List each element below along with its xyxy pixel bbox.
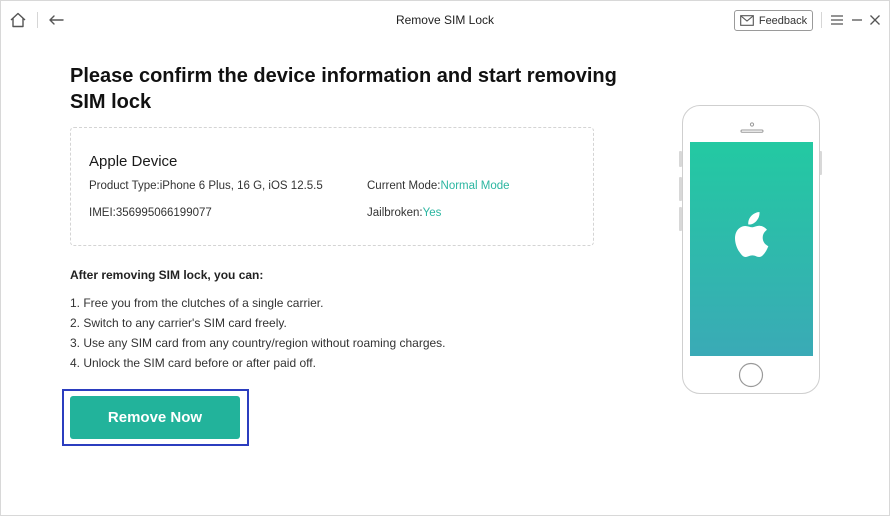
close-icon[interactable]: [865, 10, 885, 30]
remove-now-button[interactable]: Remove Now: [70, 396, 240, 439]
mail-icon: [739, 15, 754, 26]
jailbroken-label: Jailbroken:: [367, 207, 423, 219]
device-info-card: Apple Device Product Type:iPhone 6 Plus,…: [70, 127, 594, 246]
list-item: 1. Free you from the clutches of a singl…: [70, 296, 324, 310]
feedback-label: Feedback: [758, 14, 808, 27]
minimize-icon[interactable]: [847, 10, 867, 30]
list-item: 3. Use any SIM card from any country/reg…: [70, 336, 446, 350]
benefits-list: 1. Free you from the clutches of a singl…: [70, 296, 446, 376]
current-mode-label: Current Mode:: [367, 180, 441, 192]
jailbroken-value: Yes: [422, 207, 442, 219]
product-type-value: iPhone 6 Plus, 16 G, iOS 12.5.5: [159, 180, 323, 192]
apple-logo-icon: [735, 212, 769, 257]
title-bar: Remove SIM Lock Feedback: [1, 1, 889, 39]
after-removing-title: After removing SIM lock, you can:: [70, 268, 264, 282]
product-type-label: Product Type:: [89, 180, 160, 192]
list-item: 2. Switch to any carrier's SIM card free…: [70, 316, 287, 330]
menu-icon[interactable]: [827, 10, 847, 30]
imei-value: 356995066199077: [115, 207, 212, 219]
title-bar-divider-2: [821, 12, 822, 28]
page-heading: Please confirm the device information an…: [70, 65, 617, 113]
phone-home-button-icon: [738, 362, 764, 388]
jailbroken-row: Jailbroken:Yes: [367, 207, 441, 219]
app-window: Remove SIM Lock Feedback Please confirm …: [0, 0, 890, 516]
device-title: Apple Device: [89, 153, 178, 170]
imei-row: IMEI:356995066199077: [89, 207, 212, 219]
current-mode-value: Normal Mode: [440, 180, 510, 192]
product-type-row: Product Type:iPhone 6 Plus, 16 G, iOS 12…: [89, 180, 323, 192]
feedback-button[interactable]: Feedback: [734, 10, 813, 31]
current-mode-row: Current Mode:Normal Mode: [367, 180, 510, 192]
imei-label: IMEI:: [89, 207, 116, 219]
phone-speaker-icon: [740, 122, 764, 133]
list-item: 4. Unlock the SIM card before or after p…: [70, 356, 316, 370]
